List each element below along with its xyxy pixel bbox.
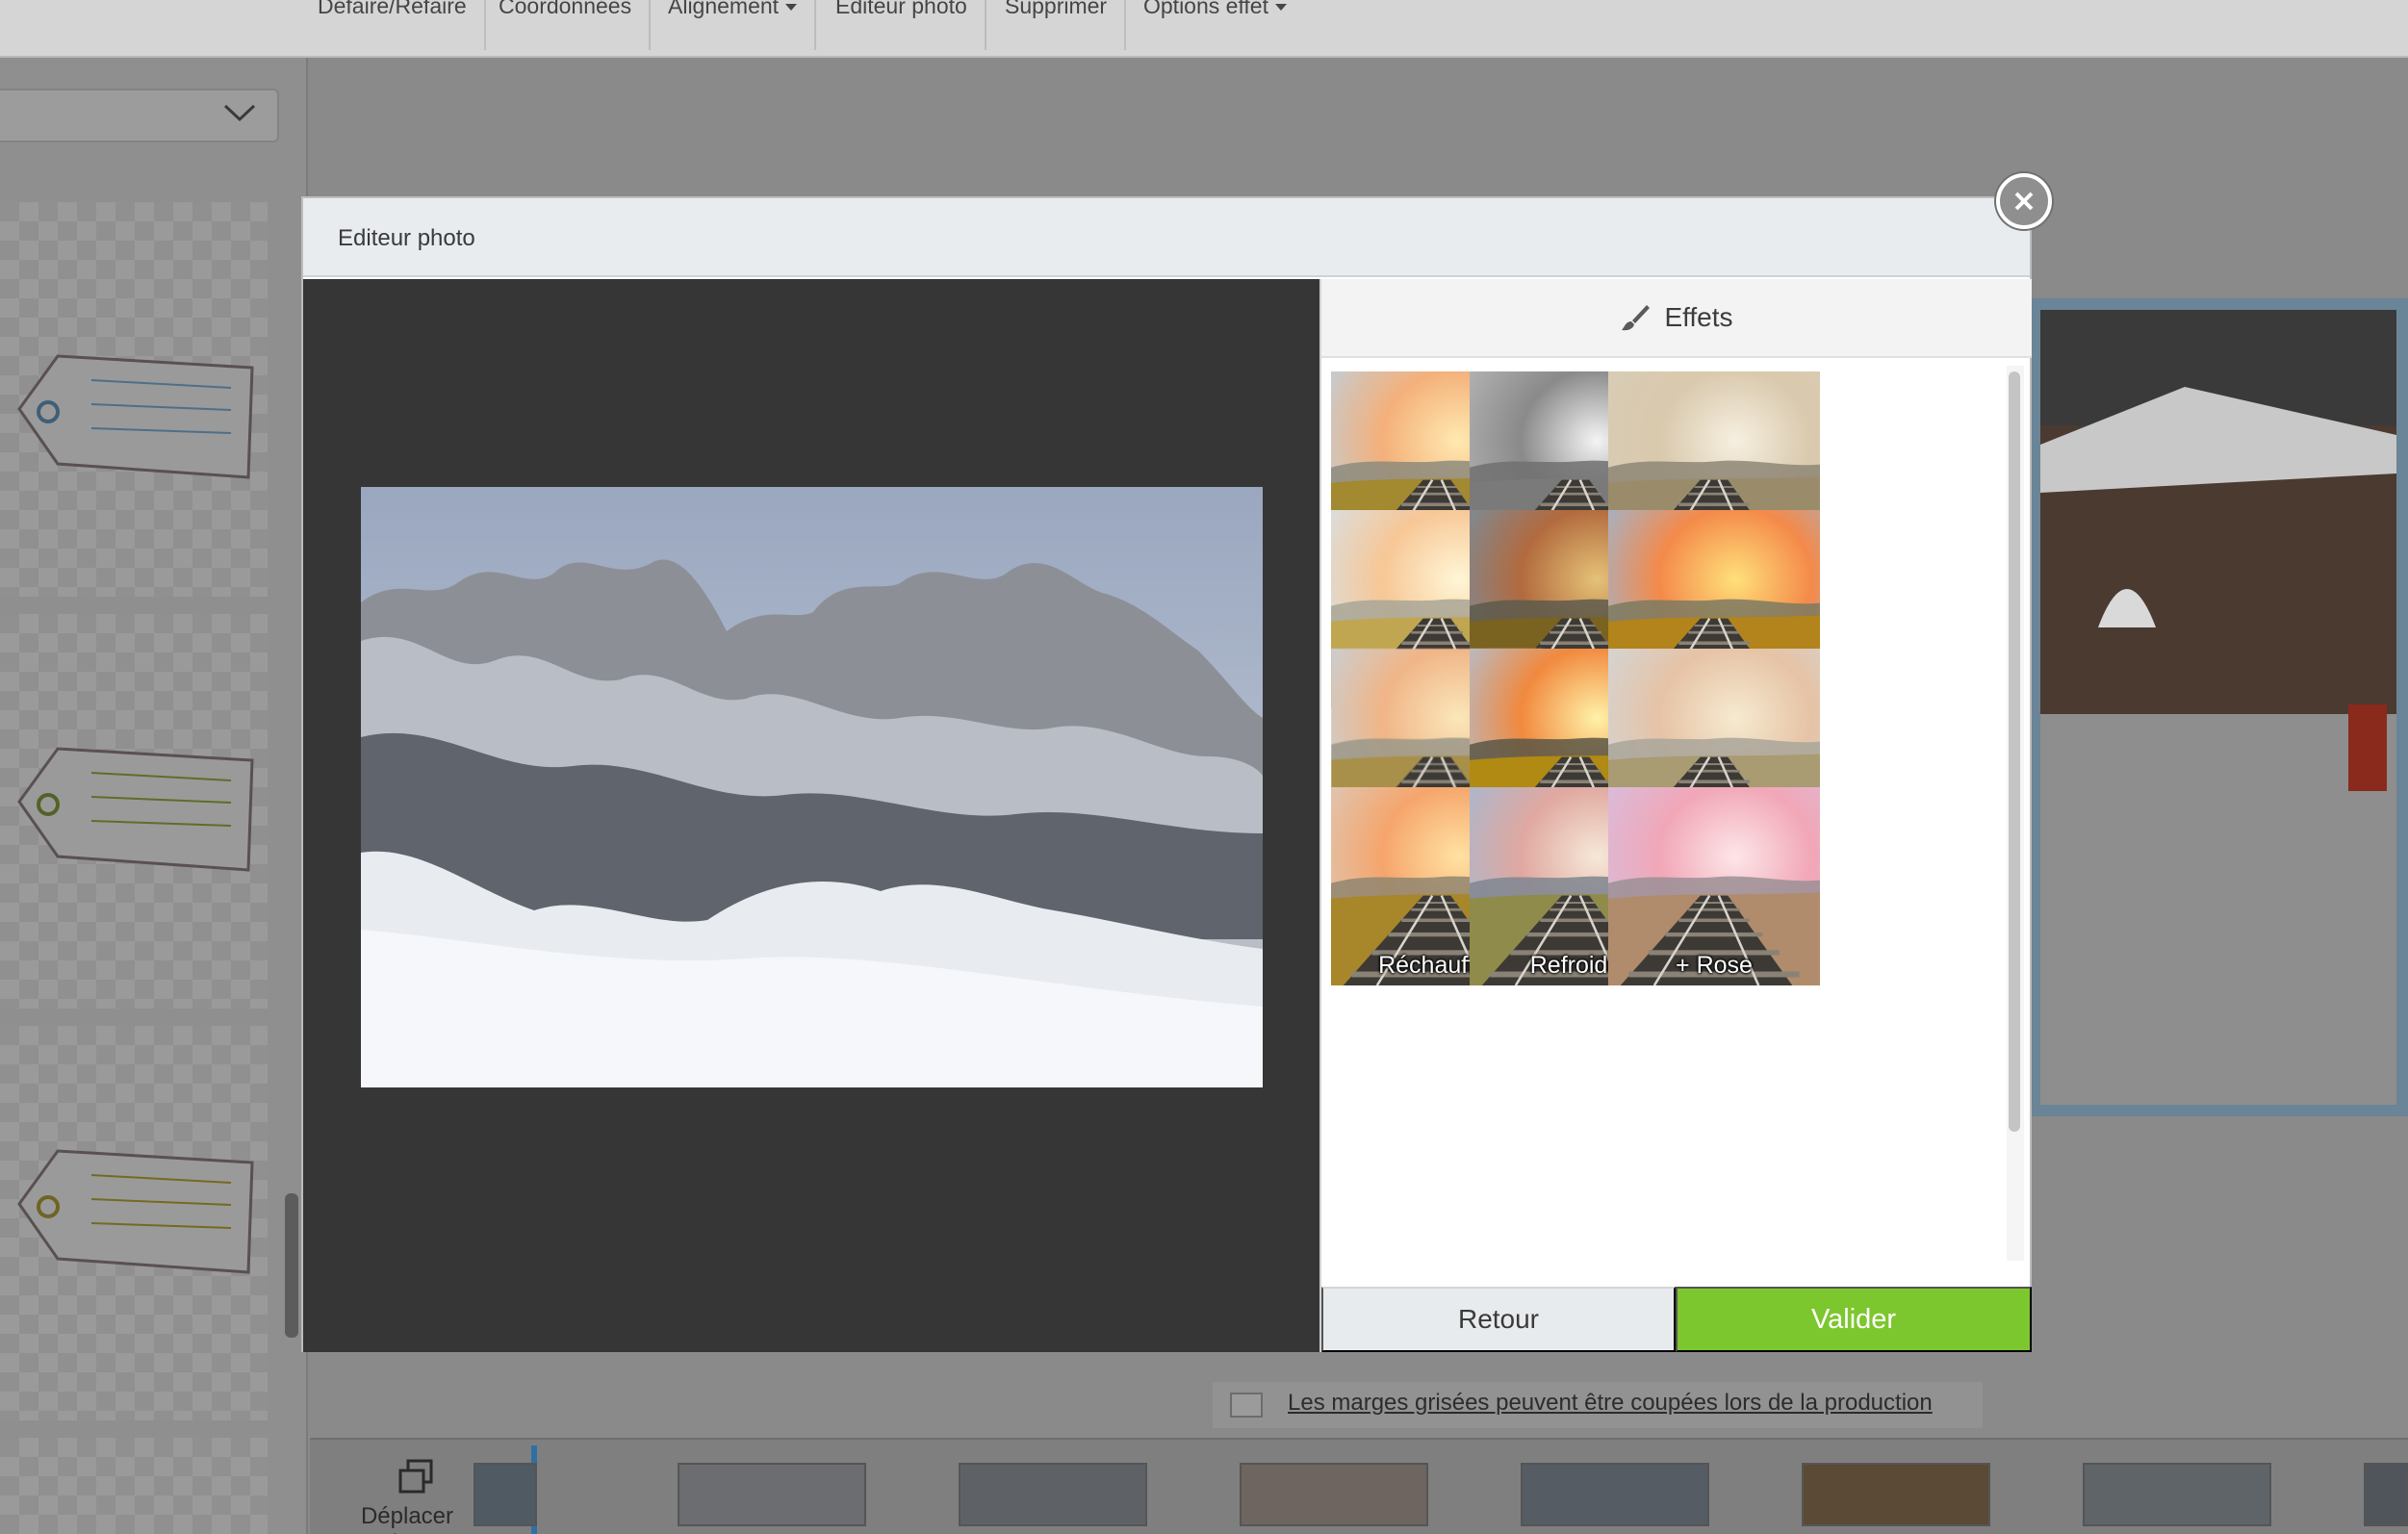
margin-checkbox[interactable]	[1230, 1393, 1263, 1418]
page-thumbnail[interactable]	[2364, 1463, 2408, 1526]
effects-scrollbar[interactable]	[2009, 371, 2020, 1132]
sticker-tile[interactable]	[0, 1438, 268, 1534]
effect-options-menu[interactable]: Options effet	[1126, 0, 1304, 50]
alignment-menu[interactable]: Alignement	[651, 0, 817, 50]
sticker-tag-yellow[interactable]	[0, 1026, 268, 1420]
delete-label: Supprimer	[1005, 0, 1108, 18]
brush-icon	[1622, 305, 1651, 331]
left-sidebar	[0, 58, 308, 1534]
luggage-tag-icon	[17, 1149, 254, 1274]
sidebar-scrollbar[interactable]	[285, 1193, 298, 1338]
luggage-tag-icon	[17, 747, 254, 872]
sticker-tag-green[interactable]	[0, 614, 268, 1009]
photo-editor-label: Editeur photo	[835, 0, 967, 18]
coordinates-button[interactable]: Coordonnées	[481, 0, 652, 50]
effect-label: + Rose	[1676, 952, 1753, 979]
alignment-label: Alignement	[668, 0, 780, 18]
validate-button[interactable]: Valider	[1676, 1287, 2032, 1352]
page-thumbnail[interactable]	[1802, 1463, 1990, 1526]
close-dialog-button[interactable]	[1996, 173, 2052, 229]
background-photo[interactable]	[2029, 298, 2408, 1116]
effects-title: Effets	[1664, 302, 1733, 332]
back-button[interactable]: Retour	[1321, 1287, 1676, 1352]
effects-header: Effets	[1321, 279, 2032, 358]
page-thumbnail[interactable]	[678, 1463, 866, 1526]
delete-button[interactable]: Supprimer	[987, 0, 1127, 50]
page-thumbnail[interactable]	[959, 1463, 1147, 1526]
effect-options-label: Options effet	[1143, 0, 1268, 18]
margin-warning-text[interactable]: Les marges grisées peuvent être coupées …	[1288, 1390, 1933, 1417]
chevron-down-icon	[223, 104, 256, 122]
page-thumbnail[interactable]	[474, 1463, 537, 1526]
page-thumbnail[interactable]	[2083, 1463, 2271, 1526]
caret-down-icon	[785, 4, 798, 12]
luggage-tag-icon	[17, 354, 254, 479]
close-icon	[2014, 192, 2034, 211]
page-thumbnail[interactable]	[1521, 1463, 1709, 1526]
dialog-header: Editeur photo	[303, 198, 2030, 277]
undo-redo-button[interactable]: Défaire/Refaire	[300, 0, 486, 50]
stack-icon	[398, 1459, 433, 1494]
dialog-title: Editeur photo	[338, 225, 475, 251]
photo-editor-dialog: Editeur photo Effets Réchauffer Refroidi…	[301, 196, 2032, 1352]
undo-redo-label: Défaire/Refaire	[318, 0, 467, 18]
margin-warning: Les marges grisées peuvent être coupées …	[1213, 1382, 1983, 1428]
photo-editor-button[interactable]: Editeur photo	[818, 0, 986, 50]
sticker-tag-blue[interactable]	[0, 202, 268, 597]
house-photo	[2040, 310, 2396, 1105]
coordinates-label: Coordonnées	[499, 0, 632, 18]
photo-preview-area	[303, 279, 1319, 1352]
photo-preview	[361, 487, 1263, 1087]
category-select[interactable]	[0, 89, 279, 142]
caret-down-icon	[1275, 4, 1287, 12]
move-pages-label[interactable]: Déplacer les	[345, 1503, 470, 1534]
effect-option[interactable]: + Rose	[1608, 787, 1820, 985]
effects-grid: OriginalNoir et BlancsépiaEclaircirAssom…	[1331, 371, 1997, 1259]
page-filmstrip: Déplacer les	[310, 1438, 2408, 1534]
effects-panel: Effets OriginalNoir et BlancsépiaEclairc…	[1319, 279, 2032, 1352]
top-toolbar: Défaire/Refaire Coordonnées Alignement E…	[0, 0, 2408, 58]
page-thumbnail[interactable]	[1240, 1463, 1428, 1526]
